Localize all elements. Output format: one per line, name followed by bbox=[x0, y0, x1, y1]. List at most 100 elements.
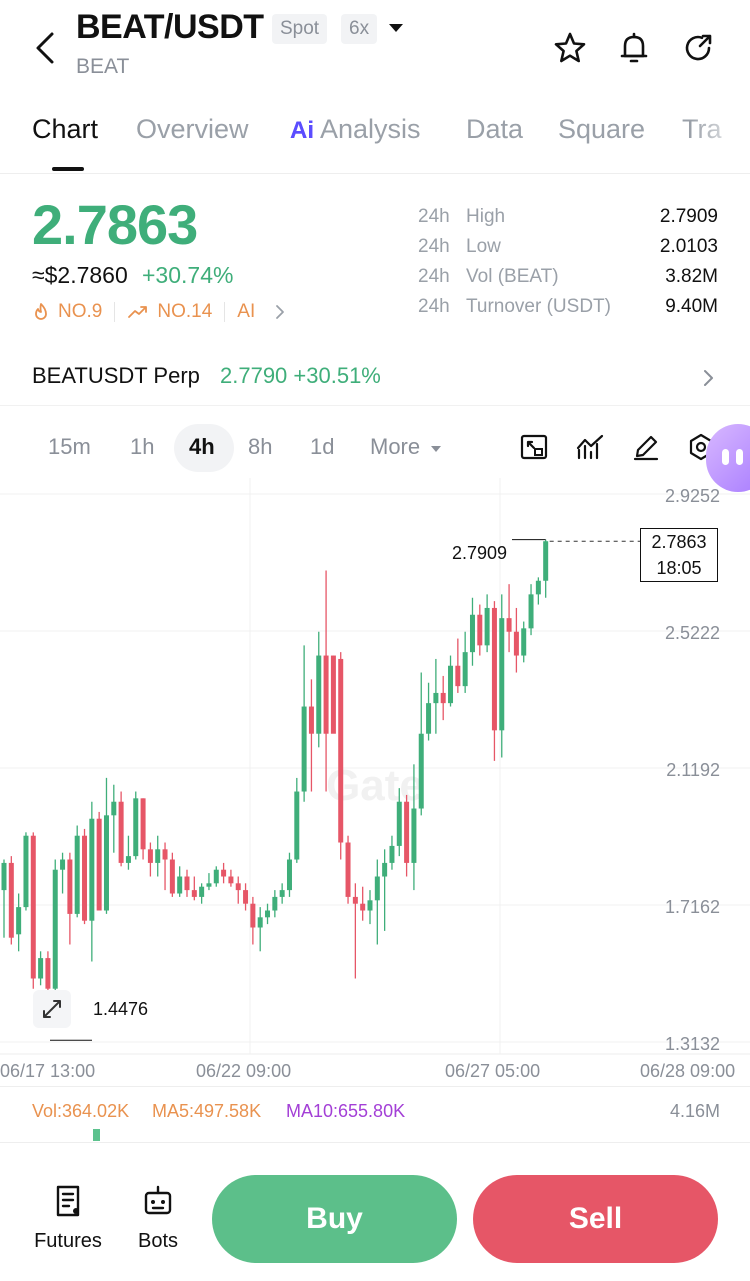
futures-document-icon bbox=[56, 1185, 80, 1217]
stat-low: 24h Low 2.0103 bbox=[418, 236, 720, 266]
perp-link-row[interactable]: BEATUSDT Perp 2.7790 +30.51% bbox=[0, 350, 750, 406]
candle-body bbox=[469, 614, 475, 653]
timeframe-more[interactable]: More bbox=[370, 434, 442, 460]
tab-overview[interactable]: Overview bbox=[136, 114, 249, 145]
tab-analysis-label: Analysis bbox=[320, 114, 421, 144]
candle-body bbox=[213, 869, 219, 884]
candle-body bbox=[286, 859, 292, 891]
volume-indicator-row: Vol:364.02K MA5:497.58K MA10:655.80K 4.1… bbox=[0, 1086, 750, 1142]
leverage-badge: 6x bbox=[341, 14, 378, 44]
stat-period: 24h bbox=[418, 266, 450, 287]
candle-body bbox=[308, 706, 314, 734]
candle-body bbox=[155, 849, 161, 863]
futures-nav-button[interactable]: Futures bbox=[28, 1183, 108, 1253]
divider bbox=[224, 302, 226, 322]
candle-body bbox=[1, 862, 7, 891]
candle-body bbox=[140, 798, 146, 850]
caret-down-icon bbox=[431, 446, 442, 452]
tab-chart[interactable]: Chart bbox=[32, 114, 98, 145]
expand-chart-button[interactable] bbox=[33, 990, 71, 1028]
chart-indicator-icon[interactable] bbox=[575, 432, 605, 462]
candle-body bbox=[184, 876, 190, 891]
candle-body bbox=[396, 801, 402, 846]
candle-body bbox=[96, 818, 102, 911]
date-axis-label: 06/28 09:00 bbox=[640, 1061, 736, 1081]
last-price: 2.7863 bbox=[32, 193, 198, 256]
draw-pencil-icon[interactable] bbox=[631, 432, 661, 462]
price-axis-label: 1.3132 bbox=[664, 1034, 720, 1054]
timeframe-more-label: More bbox=[370, 434, 421, 459]
stat-label: Low bbox=[466, 236, 501, 257]
share-icon[interactable] bbox=[680, 30, 716, 66]
pair-title[interactable]: BEAT/USDT bbox=[76, 8, 264, 47]
timeframe-8h[interactable]: 8h bbox=[248, 434, 272, 460]
candle-body bbox=[243, 890, 249, 904]
back-arrow-icon[interactable] bbox=[26, 28, 66, 68]
ma5-value: MA5:497.58K bbox=[152, 1101, 262, 1121]
candle-body bbox=[118, 801, 124, 863]
candlestick-chart[interactable]: Gate 2.9252 2.5222 2.1192 1.7162 1.3132 … bbox=[0, 478, 750, 1098]
hot-rank[interactable]: NO.9 bbox=[32, 301, 102, 323]
price-axis-label: 2.9252 bbox=[664, 486, 720, 506]
candle-body bbox=[491, 607, 497, 731]
base-asset-label: BEAT bbox=[76, 55, 130, 78]
timeframe-4h[interactable]: 4h bbox=[189, 434, 215, 460]
candle-body bbox=[411, 808, 417, 863]
candle-body bbox=[404, 801, 410, 863]
price-axis-label: 2.5222 bbox=[664, 623, 720, 643]
candle-body bbox=[316, 655, 322, 734]
timeframe-1d[interactable]: 1d bbox=[310, 434, 334, 460]
tab-data[interactable]: Data bbox=[466, 114, 523, 145]
candle-body bbox=[433, 692, 439, 704]
candle-body bbox=[462, 652, 468, 687]
candle-body bbox=[162, 849, 168, 860]
candle-body bbox=[477, 614, 483, 646]
candle-body bbox=[265, 910, 271, 918]
star-favorite-icon[interactable] bbox=[552, 30, 588, 66]
candle-body bbox=[528, 594, 534, 629]
gainer-rank[interactable]: NO.14 bbox=[127, 301, 212, 323]
candle-body bbox=[345, 842, 351, 897]
stat-period: 24h bbox=[418, 296, 450, 317]
candle-body bbox=[82, 835, 88, 921]
candle-body bbox=[484, 607, 490, 646]
candle-body bbox=[111, 801, 117, 816]
bots-nav-button[interactable]: Bots bbox=[118, 1183, 198, 1253]
stat-label: Vol (BEAT) bbox=[466, 266, 559, 287]
pair-dropdown-caret-icon[interactable] bbox=[386, 18, 406, 38]
stat-high: 24h High 2.7909 bbox=[418, 206, 720, 236]
ai-insight-link[interactable]: AI bbox=[237, 301, 287, 323]
stat-value: 9.40M bbox=[665, 296, 718, 317]
ai-label: AI bbox=[237, 301, 256, 322]
current-price-value: 2.7863 bbox=[651, 532, 707, 552]
hot-rank-label: NO.9 bbox=[58, 301, 103, 322]
candle-body bbox=[23, 835, 29, 908]
stat-volume: 24h Vol (BEAT) 3.82M bbox=[418, 266, 720, 296]
candle-body bbox=[67, 859, 73, 914]
timeframe-1h[interactable]: 1h bbox=[130, 434, 154, 460]
candle-body bbox=[455, 665, 461, 687]
gainer-rank-label: NO.14 bbox=[157, 301, 213, 322]
candle-body bbox=[221, 869, 227, 877]
active-tab-indicator bbox=[52, 167, 84, 171]
candle-body bbox=[191, 890, 197, 897]
divider bbox=[114, 302, 116, 322]
volume-bar bbox=[93, 1129, 100, 1141]
tab-analysis[interactable]: Ai Analysis bbox=[290, 114, 421, 145]
tab-square[interactable]: Square bbox=[558, 114, 645, 145]
timeframe-15m[interactable]: 15m bbox=[48, 434, 91, 460]
sell-button[interactable]: Sell bbox=[473, 1175, 718, 1263]
chevron-right-icon bbox=[276, 305, 285, 319]
price-axis-label: 2.1192 bbox=[666, 760, 720, 780]
bottom-action-bar: Futures Bots Buy Sell bbox=[0, 1142, 750, 1281]
candle-body bbox=[228, 876, 234, 884]
buy-button[interactable]: Buy bbox=[212, 1175, 457, 1263]
bots-label: Bots bbox=[137, 1230, 179, 1252]
candle-body bbox=[352, 896, 358, 904]
indicator-settings-icon[interactable] bbox=[519, 432, 549, 462]
ai-sparkle-icon: Ai bbox=[290, 117, 314, 144]
candle-body bbox=[382, 862, 388, 877]
candle-body bbox=[16, 907, 22, 935]
ranking-row: NO.9 NO.14 AI bbox=[32, 299, 287, 325]
bell-alert-icon[interactable] bbox=[616, 30, 652, 66]
